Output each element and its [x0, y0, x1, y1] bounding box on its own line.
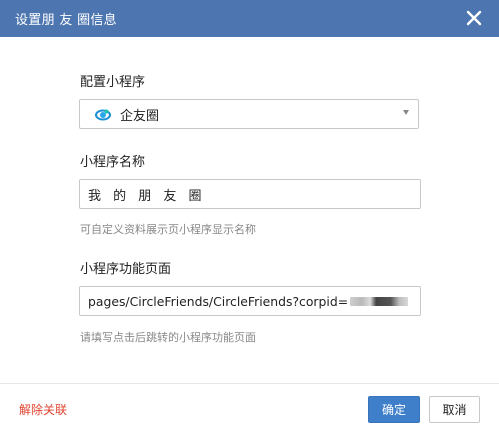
app-name-input[interactable]: 我 的 朋 友 圈	[79, 179, 421, 209]
unlink-button[interactable]: 解除关联	[19, 401, 67, 418]
app-field-label: 配置小程序	[80, 75, 146, 90]
name-field-hint: 可自定义资料展示页小程序显示名称	[80, 223, 256, 236]
name-field-label: 小程序名称	[80, 155, 146, 170]
close-icon[interactable]	[465, 9, 483, 27]
dialog-header: 设置朋 友 圈信息	[0, 0, 499, 37]
page-field-hint: 请填写点击后跳转的小程序功能页面	[80, 331, 256, 344]
cancel-button[interactable]: 取消	[429, 396, 480, 423]
circle-friends-app-icon	[95, 109, 111, 121]
redacted-corpid	[350, 296, 409, 306]
footer-divider	[0, 383, 499, 384]
page-field-label: 小程序功能页面	[80, 262, 172, 277]
app-select-value: 企友圈	[120, 108, 160, 124]
app-select[interactable]: 企友圈	[79, 99, 419, 129]
app-name-value: 我 的 朋 友 圈	[88, 188, 206, 204]
settings-dialog: 设置朋 友 圈信息 配置小程序 企友圈 小程序名称 我 的 朋 友 圈 可自定义…	[0, 0, 499, 433]
confirm-button[interactable]: 确定	[368, 396, 420, 423]
page-path-input[interactable]: pages/CircleFriends/CircleFriends?corpid…	[79, 286, 421, 316]
page-path-value: pages/CircleFriends/CircleFriends?corpid…	[88, 293, 349, 309]
dialog-title: 设置朋 友 圈信息	[15, 13, 117, 28]
chevron-down-icon	[403, 110, 409, 115]
